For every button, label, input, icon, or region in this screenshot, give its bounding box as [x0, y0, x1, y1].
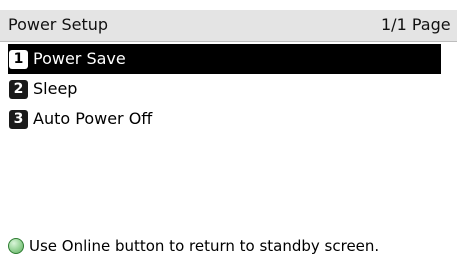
menu-item-label: Sleep: [33, 79, 78, 98]
number-3-icon: 3: [9, 109, 28, 129]
page-indicator: 1/1 Page: [381, 15, 451, 34]
printer-panel-screen: Power Setup 1/1 Page 1 Power Save 2 Slee…: [0, 0, 457, 257]
online-button-icon: [8, 238, 24, 254]
menu-item-sleep[interactable]: 2 Sleep: [8, 74, 441, 104]
number-1-icon: 1: [9, 49, 28, 69]
footer-hint: Use Online button to return to standby s…: [8, 236, 379, 256]
menu-item-label: Power Save: [33, 49, 126, 68]
title-bar: Power Setup 1/1 Page: [0, 10, 457, 42]
footer-hint-text: Use Online button to return to standby s…: [29, 237, 380, 255]
menu-item-auto-power-off[interactable]: 3 Auto Power Off: [8, 104, 441, 134]
number-2-icon: 2: [9, 79, 28, 99]
menu-list: 1 Power Save 2 Sleep 3 Auto Power Off: [8, 44, 441, 134]
menu-item-power-save[interactable]: 1 Power Save: [8, 44, 441, 74]
menu-item-label: Auto Power Off: [33, 109, 153, 128]
page-title: Power Setup: [8, 15, 109, 34]
